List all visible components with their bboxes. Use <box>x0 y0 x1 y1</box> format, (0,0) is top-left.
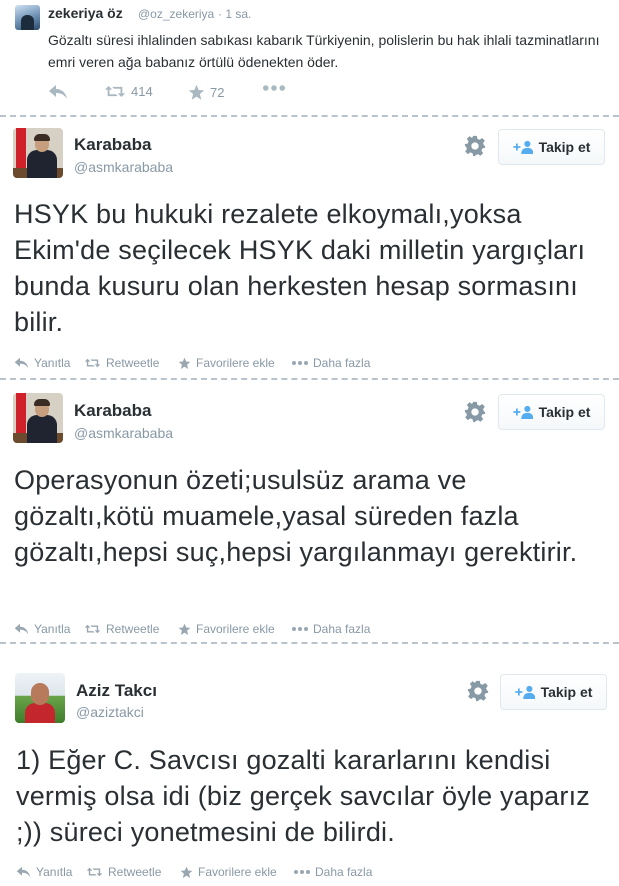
tweet-card: Karababa @asmkarababa Takip et Operasyon… <box>0 381 619 639</box>
more-label: Daha fazla <box>313 622 371 636</box>
reply-label: Yanıtla <box>34 622 71 636</box>
author-handle[interactable]: @asmkarababa <box>74 425 173 441</box>
favorite-label: Favorilere ekle <box>198 865 277 879</box>
follow-button[interactable]: Takip et <box>498 129 605 165</box>
follow-button[interactable]: Takip et <box>500 674 607 710</box>
more-button[interactable]: Daha fazla <box>292 356 370 370</box>
retweet-icon <box>86 866 103 878</box>
reply-icon <box>16 866 31 878</box>
author-name[interactable]: Karababa <box>74 135 151 155</box>
retweet-button[interactable]: Retweetle <box>86 865 161 879</box>
tweet-card: Karababa @asmkarababa Takip et HSYK bu h… <box>0 118 619 376</box>
retweet-button[interactable]: Retweetle <box>84 356 159 370</box>
author-name[interactable]: Karababa <box>74 401 151 421</box>
avatar[interactable] <box>13 393 63 443</box>
star-icon <box>188 84 205 101</box>
tweet-text: HSYK bu hukuki rezalete elkoymalı,yoksa … <box>14 199 586 337</box>
tweet-text: Operasyonun özeti;usulsüz arama ve gözal… <box>14 465 578 567</box>
gear-icon[interactable] <box>464 135 486 157</box>
favorite-button[interactable]: Favorilere ekle <box>178 622 275 636</box>
avatar[interactable] <box>13 128 63 178</box>
more-dots-icon <box>263 84 285 92</box>
follow-button[interactable]: Takip et <box>498 394 605 430</box>
author-handle[interactable]: @oz_zekeriya <box>138 7 214 21</box>
more-dots-icon <box>292 360 308 366</box>
retweet-label: Retweetle <box>108 865 162 879</box>
favorite-button[interactable]: Favorilere ekle <box>180 865 277 879</box>
more-button[interactable]: Daha fazla <box>294 865 372 879</box>
divider <box>0 642 619 644</box>
more-dots-icon <box>294 869 310 875</box>
more-button[interactable] <box>263 84 285 92</box>
retweet-icon <box>104 84 126 99</box>
more-label: Daha fazla <box>315 865 373 879</box>
reply-button[interactable] <box>48 84 68 100</box>
gear-icon[interactable] <box>464 401 486 423</box>
favorite-label: Favorilere ekle <box>196 356 275 370</box>
star-icon <box>178 623 191 636</box>
add-user-icon <box>513 140 533 154</box>
retweet-label: Retweetle <box>106 356 160 370</box>
follow-label: Takip et <box>538 139 591 155</box>
retweet-icon <box>84 623 101 635</box>
retweet-count: 414 <box>131 84 153 99</box>
author-name[interactable]: Aziz Takcı <box>76 681 157 701</box>
reply-button[interactable]: Yanıtla <box>14 356 70 370</box>
avatar[interactable] <box>15 673 65 723</box>
divider <box>0 378 619 380</box>
more-button[interactable]: Daha fazla <box>292 622 370 636</box>
retweet-label: Retweetle <box>106 622 160 636</box>
tweet-text: 1) Eğer C. Savcısı gozalti kararlarını k… <box>16 745 590 847</box>
reply-icon <box>14 623 29 635</box>
reply-button[interactable]: Yanıtla <box>14 622 70 636</box>
avatar[interactable] <box>15 5 40 30</box>
reply-button[interactable]: Yanıtla <box>16 865 72 879</box>
favorite-button[interactable]: 72 <box>188 84 224 101</box>
retweet-icon <box>84 357 101 369</box>
gear-icon[interactable] <box>467 680 489 702</box>
retweet-button[interactable]: 414 <box>104 84 153 99</box>
compact-tweet: zekeriya öz @oz_zekeriya · 1 sa. Gözaltı… <box>0 0 619 114</box>
tweet-timestamp[interactable]: · 1 sa. <box>218 7 251 21</box>
follow-label: Takip et <box>538 404 591 420</box>
star-icon <box>180 866 193 879</box>
author-name[interactable]: zekeriya öz <box>48 5 123 21</box>
tweet-card: Aziz Takcı @aziztakci Takip et 1) Eğer C… <box>0 645 619 886</box>
tweet-text: Gözaltı süresi ihlalinden sabıkası kabar… <box>48 32 600 70</box>
divider <box>0 115 619 117</box>
favorite-count: 72 <box>210 85 225 100</box>
star-icon <box>178 357 191 370</box>
reply-label: Yanıtla <box>34 356 71 370</box>
favorite-button[interactable]: Favorilere ekle <box>178 356 275 370</box>
reply-icon <box>14 357 29 369</box>
reply-label: Yanıtla <box>36 865 73 879</box>
reply-icon <box>48 84 68 100</box>
author-handle[interactable]: @aziztakci <box>76 704 144 720</box>
more-dots-icon <box>292 626 308 632</box>
favorite-label: Favorilere ekle <box>196 622 275 636</box>
more-label: Daha fazla <box>313 356 371 370</box>
author-handle[interactable]: @asmkarababa <box>74 159 173 175</box>
follow-label: Takip et <box>540 684 593 700</box>
add-user-icon <box>513 405 533 419</box>
retweet-button[interactable]: Retweetle <box>84 622 159 636</box>
add-user-icon <box>515 685 535 699</box>
